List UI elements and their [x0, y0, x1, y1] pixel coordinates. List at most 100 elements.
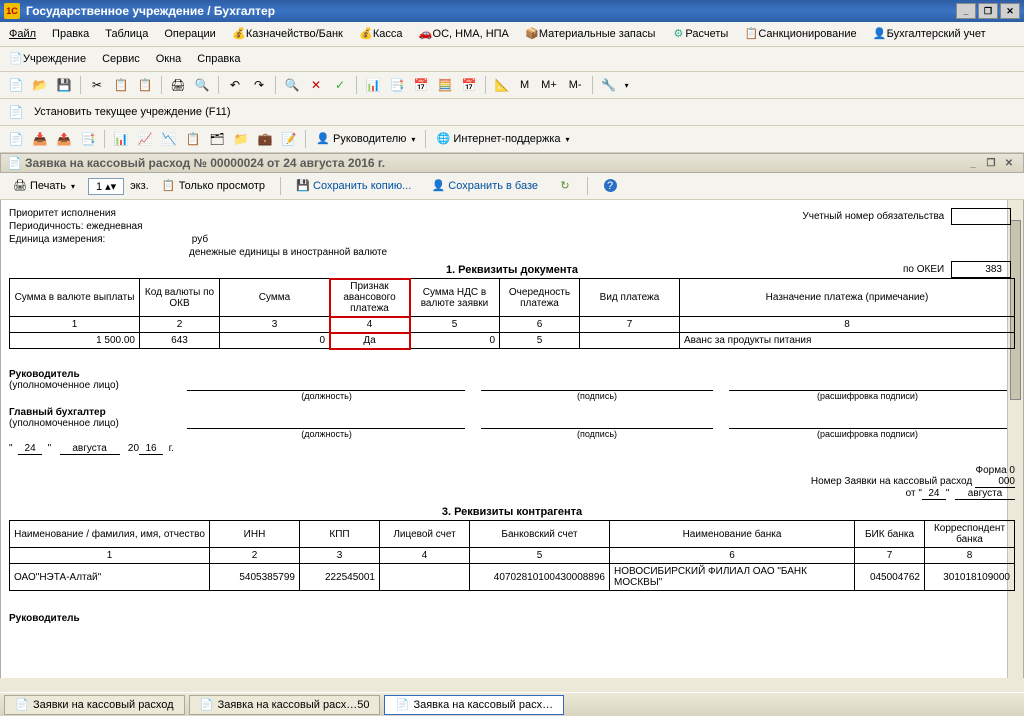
menu-table[interactable]: Таблица	[102, 26, 151, 42]
s1-n5: 5	[410, 317, 500, 333]
s3-n8: 8	[925, 548, 1015, 564]
sig-signature-cap2: (подпись)	[474, 429, 720, 439]
s3-n4: 4	[380, 548, 470, 564]
mplus-button[interactable]: M+	[537, 77, 561, 93]
action1-icon[interactable]: 📊	[363, 75, 383, 95]
redo-icon[interactable]: ↷	[249, 75, 269, 95]
sig-authorized: (уполномоченное лицо)	[9, 380, 179, 391]
unit-value: руб	[192, 234, 208, 245]
menu-windows[interactable]: Окна	[153, 51, 185, 67]
sig-signature-cap: (подпись)	[474, 391, 720, 401]
menu-accounting[interactable]: 👤Бухгалтерский учет	[870, 25, 989, 43]
menu-cash[interactable]: 💰Касса	[356, 25, 406, 43]
t3-icon-1[interactable]: 📄	[6, 129, 26, 149]
menu-help[interactable]: Справка	[194, 51, 243, 67]
s1-v4: Да	[330, 333, 410, 349]
doc-close-button[interactable]: ✕	[1001, 156, 1017, 170]
s1-col7: Вид платежа	[580, 279, 680, 317]
struct-icon[interactable]: 📐	[492, 75, 512, 95]
refresh-button[interactable]	[551, 176, 579, 196]
calendar-icon[interactable]: 📅	[459, 75, 479, 95]
menu-service[interactable]: Сервис	[99, 51, 143, 67]
help-button[interactable]	[596, 176, 624, 196]
wrench-icon[interactable]: 🔧	[599, 75, 619, 95]
preview-icon[interactable]: 🔍	[192, 75, 212, 95]
find-icon[interactable]: 🔍	[282, 75, 302, 95]
s1-col3: Сумма	[220, 279, 330, 317]
minimize-button[interactable]: _	[956, 3, 976, 19]
action3-icon[interactable]: 📅	[411, 75, 431, 95]
print-button[interactable]: Печать▾	[6, 176, 82, 196]
menu-edit[interactable]: Правка	[49, 26, 92, 42]
s3-n3: 3	[300, 548, 380, 564]
t3-icon-12[interactable]: 📝	[279, 129, 299, 149]
s3-col4: Лицевой счет	[380, 521, 470, 548]
s1-col4: Признак авансового платежа	[330, 279, 410, 317]
sig-authorized2: (уполномоченное лицо)	[9, 418, 179, 429]
t3-icon-4[interactable]: 📑	[78, 129, 98, 149]
menu-sanctioning[interactable]: 📋Санкционирование	[741, 25, 859, 43]
internet-support-menu[interactable]: Интернет-поддержка▾	[432, 130, 573, 148]
menu-assets[interactable]: 🚗ОС, НМА, НПА	[416, 25, 512, 43]
s1-n8: 8	[680, 317, 1015, 333]
menu-institution[interactable]: 📄Учреждение	[6, 50, 89, 68]
t3-icon-5[interactable]: 📊	[111, 129, 131, 149]
print-icon[interactable]: 🖨	[168, 75, 188, 95]
set-institution-button[interactable]: Установить текущее учреждение (F11)	[30, 104, 235, 120]
action2-icon[interactable]: 📑	[387, 75, 407, 95]
view-only-button[interactable]: 📋Только просмотр	[155, 176, 272, 196]
menu-treasury[interactable]: 💰Казначейство/Банк	[229, 25, 346, 43]
taskbar: 📄Заявки на кассовый расход 📄Заявка на ка…	[0, 692, 1024, 716]
taskbar-tab-1[interactable]: 📄Заявки на кассовый расход	[4, 695, 185, 715]
cut-icon[interactable]: ✂	[87, 75, 107, 95]
cancel-icon[interactable]: ✕	[306, 75, 326, 95]
s3-n7: 7	[855, 548, 925, 564]
t3-icon-9[interactable]: 🗂	[207, 129, 227, 149]
calc-icon[interactable]: 🧮	[435, 75, 455, 95]
s1-col8: Назначение платежа (примечание)	[680, 279, 1015, 317]
account-value	[951, 208, 1011, 225]
date-yp: 20	[128, 443, 139, 454]
restore-button[interactable]: ❐	[978, 3, 998, 19]
manager-menu[interactable]: 👤Руководителю▾	[312, 130, 419, 148]
unit-label: Единица измерения:	[9, 234, 189, 245]
mminus-button[interactable]: M-	[565, 77, 586, 93]
window-titlebar: 1C Государственное учреждение / Бухгалте…	[0, 0, 1024, 22]
t3-icon-3[interactable]: 📤	[54, 129, 74, 149]
doc-minimize-button[interactable]: _	[965, 156, 981, 170]
t3-icon-6[interactable]: 📈	[135, 129, 155, 149]
copy-icon[interactable]: 📋	[111, 75, 131, 95]
close-button[interactable]: ✕	[1000, 3, 1020, 19]
copies-input[interactable]: 1 ▴▾	[88, 178, 124, 195]
save-copy-button[interactable]: Сохранить копию...	[289, 176, 418, 196]
open-icon[interactable]: 📂	[30, 75, 50, 95]
section3-title: 3. Реквизиты контрагента	[9, 506, 1015, 518]
menu-materials[interactable]: 📦Материальные запасы	[522, 25, 659, 43]
new-doc-icon[interactable]: 📄	[6, 75, 26, 95]
main-toolbar: 📄 📂 💾 ✂ 📋 📋 🖨 🔍 ↶ ↷ 🔍 ✕ ✓ 📊 📑 📅 🧮 📅 📐 M …	[0, 72, 1024, 99]
menu-calculations[interactable]: ⚙Расчеты	[668, 25, 731, 43]
menu-file[interactable]: Файл	[6, 26, 39, 42]
save-db-button[interactable]: 👤Сохранить в базе	[424, 176, 545, 196]
save-icon[interactable]: 💾	[54, 75, 74, 95]
m-button[interactable]: M	[516, 77, 533, 93]
taskbar-tab-3[interactable]: 📄Заявка на кассовый расх…	[384, 695, 564, 715]
s1-n4: 4	[330, 317, 410, 333]
t3-icon-11[interactable]: 💼	[255, 129, 275, 149]
sig2-head: Руководитель	[9, 613, 1015, 624]
section3-table: Наименование / фамилия, имя, отчество ИН…	[9, 520, 1015, 591]
t3-icon-8[interactable]: 📋	[183, 129, 203, 149]
menu-operations[interactable]: Операции	[161, 26, 218, 42]
doc-icon[interactable]: 📄	[6, 102, 26, 122]
t3-icon-10[interactable]: 📁	[231, 129, 251, 149]
taskbar-tab-2[interactable]: 📄Заявка на кассовый расх…50	[189, 695, 381, 715]
s1-n1: 1	[10, 317, 140, 333]
undo-icon[interactable]: ↶	[225, 75, 245, 95]
t3-icon-2[interactable]: 📥	[30, 129, 50, 149]
t3-icon-7[interactable]: 📉	[159, 129, 179, 149]
doc-restore-button[interactable]: ❐	[983, 156, 999, 170]
paste-icon[interactable]: 📋	[135, 75, 155, 95]
doc-toolbar: Печать▾ 1 ▴▾ экз. 📋Только просмотр Сохра…	[0, 173, 1024, 200]
ok-icon[interactable]: ✓	[330, 75, 350, 95]
dropdown-icon[interactable]: ▾	[625, 81, 629, 90]
